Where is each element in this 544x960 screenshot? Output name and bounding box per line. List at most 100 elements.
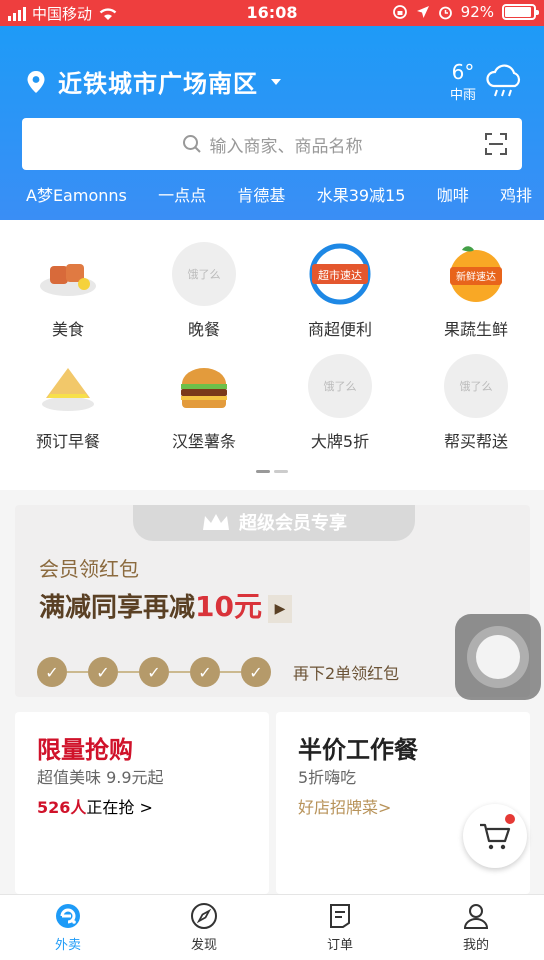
member-line2: 满减同享再减10元 ▶ (39, 585, 292, 625)
category-grid: 美食 饿了么 晚餐 超市速达 商超便利 新鲜速达 果蔬生鲜 预订早餐 汉堡薯条 … (0, 220, 544, 490)
category-guoshu[interactable]: 新鲜速达 果蔬生鲜 (408, 242, 544, 340)
orange-badge-icon: 新鲜速达 (444, 242, 508, 306)
supermarket-badge-icon: 超市速达 (308, 242, 372, 306)
category-wancan[interactable]: 饿了么 晚餐 (136, 242, 272, 340)
category-zaocan[interactable]: 预订早餐 (0, 354, 136, 452)
rain-cloud-icon (486, 63, 521, 96)
hot-keyword[interactable]: 鸡排 (500, 182, 532, 206)
promo-link[interactable]: 好店招牌菜> (298, 794, 391, 818)
member-card[interactable]: 超级会员专享 会员领红包 满减同享再减10元 ▶ ✓ ✓ ✓ ✓ ✓ 再下2单领红… (15, 505, 530, 697)
member-tag-text: 超级会员专享 (239, 513, 347, 534)
page-indicator (256, 470, 288, 473)
check-icon: ✓ (139, 657, 169, 687)
location-pin-icon (27, 70, 45, 93)
tab-label: 发现 (190, 938, 217, 953)
progress-label: 再下2单领红包 (293, 664, 400, 683)
location-arrow-icon (416, 6, 429, 18)
promo-subtitle: 5折嗨吃 (298, 768, 357, 787)
promo-link[interactable]: 526人正在抢 > (37, 794, 153, 818)
user-icon (463, 904, 489, 929)
check-icon: ✓ (88, 657, 118, 687)
weather-temp-block: 6° 中雨 (450, 60, 476, 103)
compass-icon (191, 903, 217, 929)
placeholder-text: 饿了么 (187, 268, 221, 281)
burger-icon (172, 354, 236, 418)
cart-icon (480, 823, 511, 850)
placeholder-text: 饿了么 (323, 380, 357, 393)
hot-keyword[interactable]: 肯德基 (237, 182, 285, 206)
member-line1: 会员领红包 (39, 557, 139, 581)
search-icon (182, 135, 201, 153)
check-icon: ✓ (190, 657, 220, 687)
tab-label: 外卖 (54, 938, 81, 953)
page-dot (274, 470, 288, 473)
hot-keyword[interactable]: 水果39减15 (317, 182, 406, 206)
promo-title: 限量抢购 (37, 736, 133, 764)
tab-faxian[interactable]: 发现 (136, 895, 272, 960)
promo-flash-sale[interactable]: 限量抢购 超值美味 9.9元起 526人正在抢 > (15, 712, 269, 894)
hot-keyword[interactable]: 咖啡 (437, 182, 469, 206)
badge-text: 超市速达 (318, 268, 362, 282)
crown-icon (203, 514, 229, 530)
weather-temp: 6° (451, 60, 475, 84)
member-line2-prefix: 满减同享再减 (39, 593, 196, 623)
cart-badge (505, 814, 515, 824)
hot-keywords: A梦Eamonns 一点点 肯德基 水果39减15 咖啡 鸡排 (0, 182, 544, 206)
search-bar[interactable]: 输入商家、商品名称 (22, 118, 522, 170)
category-label: 大牌5折 (310, 432, 370, 451)
scan-icon[interactable] (484, 132, 508, 156)
hot-keyword[interactable]: 一点点 (158, 182, 206, 206)
sandwich-icon (36, 354, 100, 418)
alarm-icon (438, 6, 452, 19)
rotation-lock-icon (392, 5, 407, 19)
search-placeholder: 输入商家、商品名称 (209, 136, 363, 157)
tab-dingdan[interactable]: 订单 (272, 895, 408, 960)
tab-label: 订单 (326, 938, 353, 953)
promo-subtitle: 超值美味 9.9元起 (37, 768, 164, 787)
category-label: 帮买帮送 (443, 432, 508, 451)
category-bangmai[interactable]: 饿了么 帮买帮送 (408, 354, 544, 452)
location-name: 近铁城市广场南区 (58, 70, 258, 98)
cart-button[interactable] (463, 804, 527, 868)
category-shangchao[interactable]: 超市速达 商超便利 (272, 242, 408, 340)
page-dot-active (256, 470, 270, 473)
member-amount: 10元 (195, 590, 262, 623)
status-right: 92% (392, 3, 539, 21)
battery-icon (502, 4, 539, 20)
tab-waimai[interactable]: 外卖 (0, 895, 136, 960)
member-progress: ✓ ✓ ✓ ✓ ✓ 再下2单领红包 (37, 657, 399, 687)
assistive-touch-button[interactable] (455, 614, 541, 700)
header: 近铁城市广场南区 6° 中雨 输入商家、商品名称 A梦Eamonns 一点点 肯… (0, 26, 544, 220)
tab-bar: 外卖 发现 订单 我的 (0, 894, 544, 960)
category-label: 预订早餐 (35, 432, 100, 451)
weather-widget[interactable]: 6° 中雨 (450, 60, 524, 103)
promo-link-text: 正在抢 > (86, 798, 153, 817)
eleme-placeholder-icon: 饿了么 (308, 354, 372, 418)
tab-wode[interactable]: 我的 (408, 895, 544, 960)
category-label: 晚餐 (187, 320, 220, 339)
placeholder-text: 饿了么 (459, 380, 493, 393)
eleme-placeholder-icon: 饿了么 (172, 242, 236, 306)
category-hanbao[interactable]: 汉堡薯条 (136, 354, 272, 452)
badge-text: 新鲜速达 (456, 270, 496, 283)
category-label: 商超便利 (307, 320, 372, 339)
category-label: 果蔬生鲜 (443, 320, 508, 339)
weather-desc: 中雨 (449, 88, 476, 103)
promo-title: 半价工作餐 (298, 736, 418, 764)
grilled-food-icon (36, 242, 100, 306)
check-icon: ✓ (37, 657, 67, 687)
arrow-right-icon: ▶ (267, 594, 292, 623)
category-label: 美食 (51, 320, 84, 339)
location-selector[interactable]: 近铁城市广场南区 (26, 64, 282, 99)
tab-label: 我的 (462, 938, 489, 953)
eleme-logo-icon (56, 904, 80, 928)
dropdown-caret-icon (271, 78, 281, 85)
hot-keyword[interactable]: A梦Eamonns (26, 182, 127, 206)
eleme-placeholder-icon: 饿了么 (444, 354, 508, 418)
check-icon: ✓ (241, 657, 271, 687)
member-tag: 超级会员专享 (133, 505, 415, 541)
status-bar: 中国移动 16:08 92% (0, 0, 544, 26)
category-meishi[interactable]: 美食 (0, 242, 136, 340)
category-dapai[interactable]: 饿了么 大牌5折 (272, 354, 408, 452)
category-label: 汉堡薯条 (171, 432, 236, 451)
